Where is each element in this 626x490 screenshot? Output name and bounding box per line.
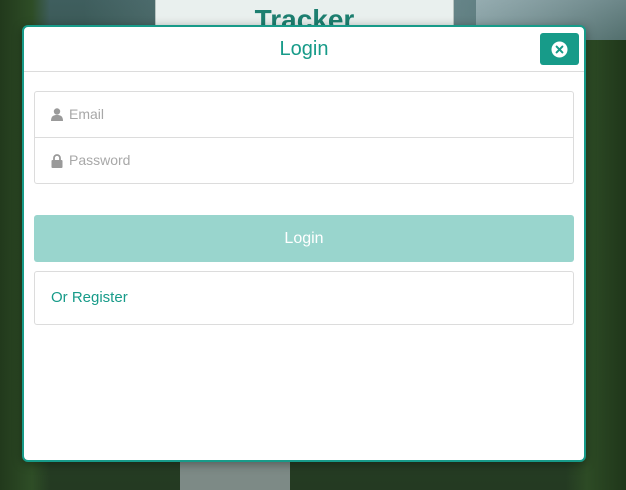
modal-header: Login	[24, 27, 584, 72]
login-modal: Login Email Login Or Register	[22, 25, 586, 462]
road	[180, 462, 290, 490]
email-input[interactable]	[69, 102, 549, 126]
user-icon	[51, 108, 63, 126]
credentials-group	[34, 91, 574, 184]
register-link[interactable]: Or Register	[51, 289, 128, 306]
lock-icon	[51, 154, 63, 173]
modal-title: Login	[279, 38, 329, 60]
password-field-row	[35, 138, 573, 183]
email-field-row	[35, 92, 573, 138]
login-button[interactable]: Login	[34, 215, 574, 262]
close-circle-icon	[551, 41, 568, 58]
password-input[interactable]	[69, 148, 549, 172]
register-box: Or Register	[34, 271, 574, 325]
close-button[interactable]	[540, 33, 579, 65]
